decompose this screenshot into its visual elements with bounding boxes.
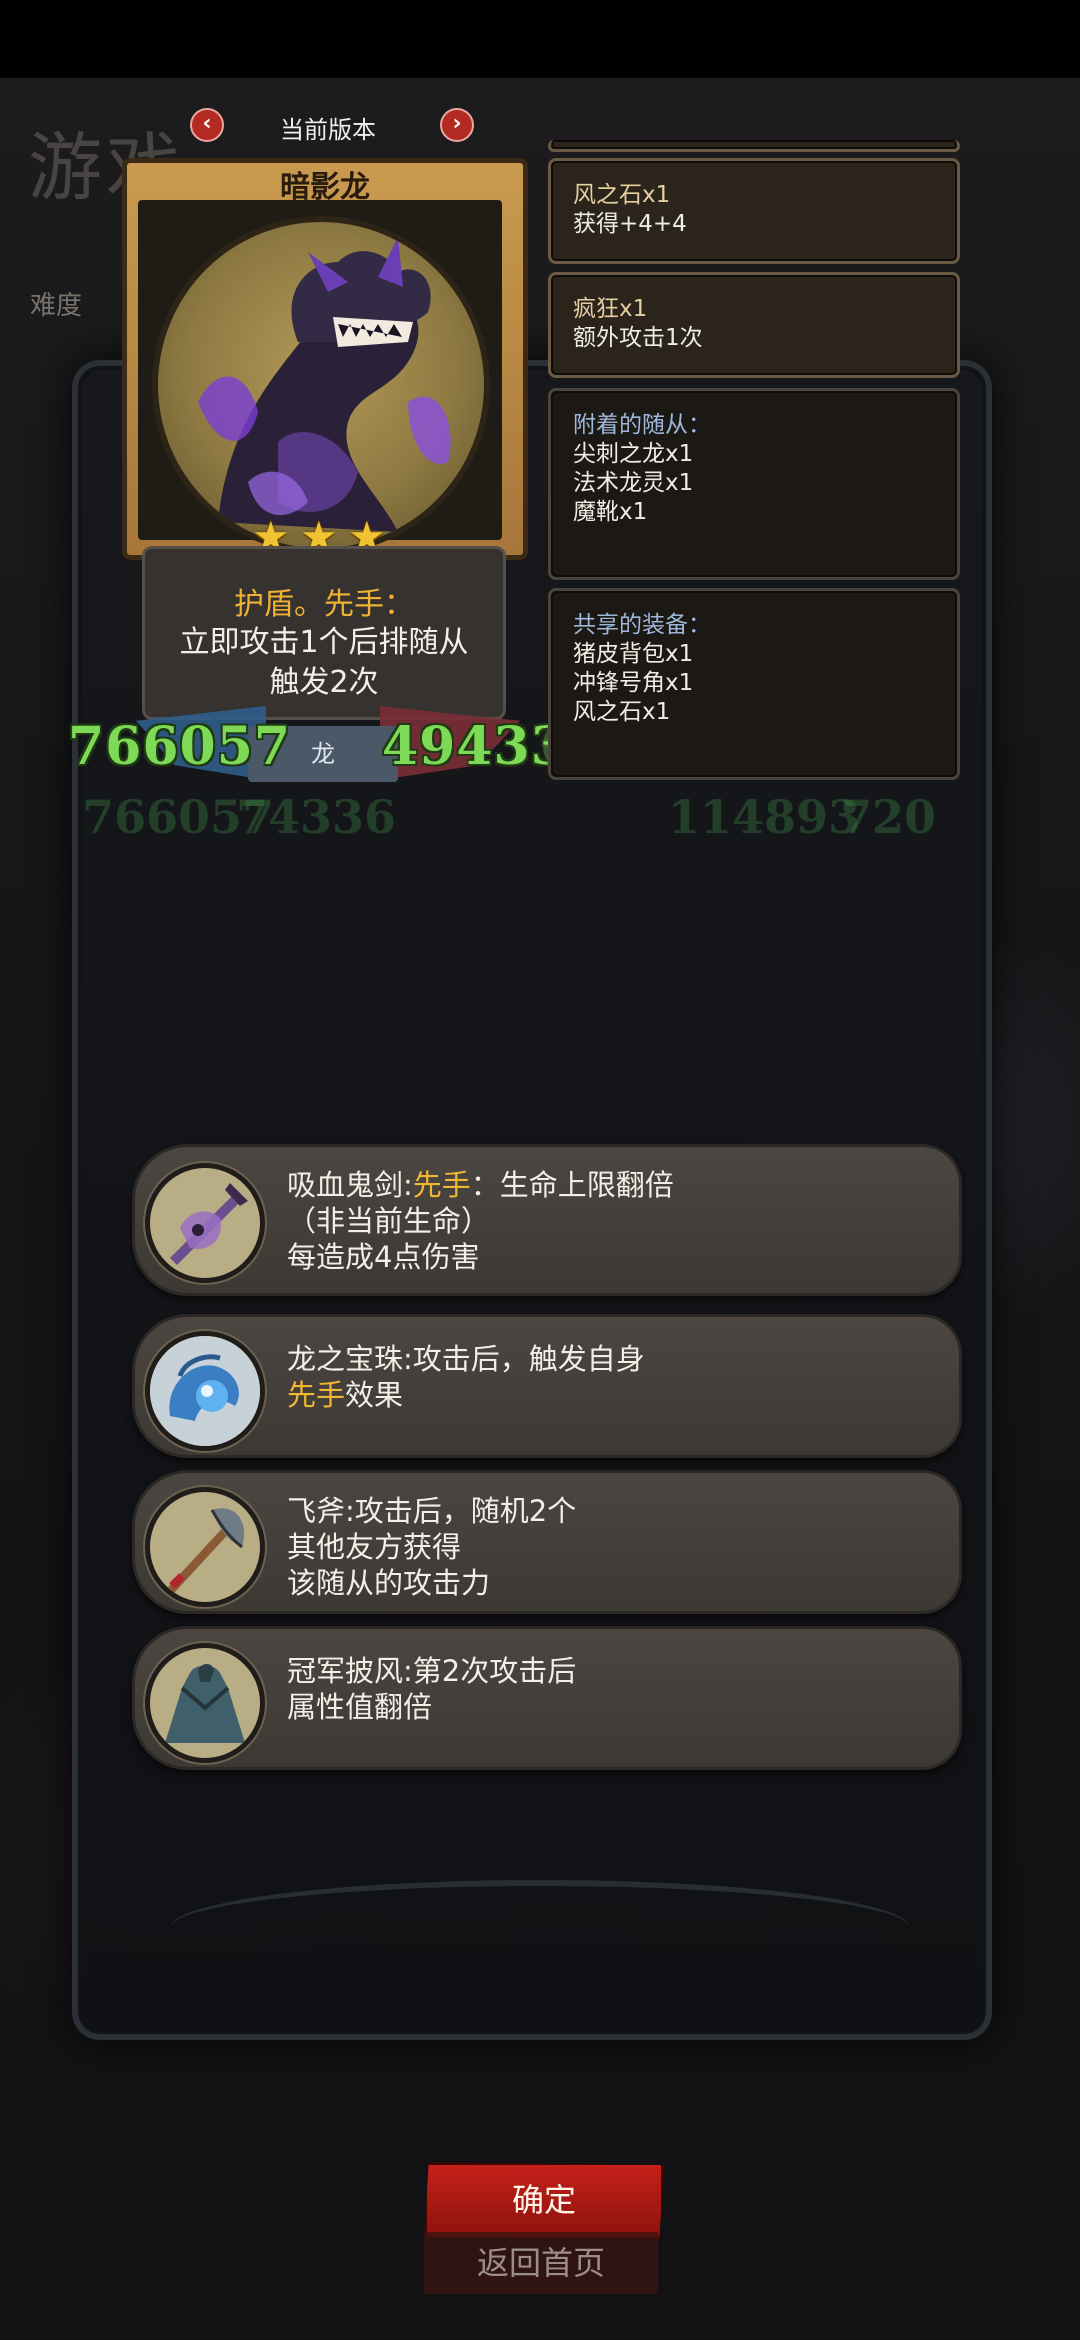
version-label: 当前版本 xyxy=(280,116,376,144)
ability-text-line: 冠军披风:第2次攻击后 xyxy=(287,1654,577,1688)
ability-row-dragon-orb[interactable]: 龙之宝珠:攻击后，触发自身 先手效果 xyxy=(132,1314,962,1458)
info-panel-top-edge xyxy=(548,140,960,152)
faded-number: 720 xyxy=(840,790,937,844)
faded-number: 114893 xyxy=(668,790,861,844)
ability-text-line: 属性值翻倍 xyxy=(287,1690,433,1724)
ability-text-rest: ：生命上限翻倍 xyxy=(470,1168,674,1202)
faded-number: 74336 xyxy=(236,790,397,844)
previous-version-button[interactable]: ‹ xyxy=(190,108,224,142)
ability-text-rest: 效果 xyxy=(345,1378,404,1412)
info-line: 额外攻击1次 xyxy=(573,325,703,351)
info-line: 获得+4+4 xyxy=(573,211,687,237)
ability-description: 飞斧:攻击后，随机2个 其他友方获得 该随从的攻击力 xyxy=(287,1493,927,1601)
hero-description-line: 立即攻击1个后排随从 xyxy=(179,625,469,660)
info-panel-attached-minions: 附着的随从： 尖刺之龙x1 法术龙灵x1 魔靴x1 xyxy=(548,388,960,580)
hero-description-line: 触发2次 xyxy=(269,665,379,700)
ability-row-vampire-sword[interactable]: 吸血鬼剑:先手：生命上限翻倍 （非当前生命） 每造成4点伤害 xyxy=(132,1144,962,1296)
info-line: 疯狂x1 xyxy=(573,296,648,322)
ability-text-line: 每造成4点伤害 xyxy=(287,1240,480,1274)
background-difficulty-label: 难度 xyxy=(30,291,83,321)
status-bar xyxy=(0,0,1080,78)
ability-row-champion-cloak[interactable]: 冠军披风:第2次攻击后 属性值翻倍 xyxy=(132,1626,962,1770)
dragon-icon xyxy=(198,237,451,532)
info-line: 法术龙灵x1 xyxy=(573,470,694,496)
ability-text-line: 飞斧:攻击后，随机2个 xyxy=(287,1494,577,1528)
vampire-sword-icon-art xyxy=(170,1183,248,1265)
ability-text-line: 龙之宝珠:攻击后，触发自身 xyxy=(287,1342,645,1376)
ability-description: 冠军披风:第2次攻击后 属性值翻倍 xyxy=(287,1653,927,1725)
ability-keyword: 先手 xyxy=(412,1168,471,1202)
info-line: 尖刺之龙x1 xyxy=(573,441,694,467)
ability-text-line: 其他友方获得 xyxy=(287,1530,462,1564)
hero-attack-value: 766057 xyxy=(68,716,292,777)
shadow-dragon-portrait xyxy=(158,222,484,548)
dragon-orb-icon-art xyxy=(150,1336,260,1446)
info-panel-title: 共享的装备： xyxy=(573,612,711,638)
ability-keyword: 先手 xyxy=(287,1378,346,1412)
champion-cloak-icon-art xyxy=(165,1664,245,1743)
info-panel-wind-stone: 风之石x1 获得+4+4 xyxy=(548,158,960,264)
info-line: 猪皮背包x1 xyxy=(573,641,694,667)
info-panel-frenzy: 疯狂x1 额外攻击1次 xyxy=(548,272,960,378)
vampire-sword-icon xyxy=(145,1163,265,1283)
info-panel-title: 附着的随从： xyxy=(573,412,711,438)
ability-description: 龙之宝珠:攻击后，触发自身 先手效果 xyxy=(287,1341,927,1413)
ability-description: 吸血鬼剑:先手：生命上限翻倍 （非当前生命） 每造成4点伤害 xyxy=(287,1167,927,1275)
return-home-button[interactable]: 返回首页 xyxy=(424,2232,658,2294)
hero-description-keywords: 护盾。先手： xyxy=(234,587,414,622)
flying-axe-icon-art xyxy=(168,1508,245,1593)
hero-description-box: 护盾。先手： 立即攻击1个后排随从 触发2次 xyxy=(142,546,506,720)
info-line: 风之石x1 xyxy=(573,699,671,725)
panel-bottom-arch xyxy=(170,1880,910,1976)
ability-text-line: 该随从的攻击力 xyxy=(287,1566,491,1600)
hero-name: 暗影龙 xyxy=(280,170,370,205)
next-version-button[interactable]: › xyxy=(440,108,474,142)
info-line: 风之石x1 xyxy=(573,182,671,208)
ability-name: 吸血鬼剑: xyxy=(287,1168,413,1202)
ability-row-flying-axe[interactable]: 飞斧:攻击后，随机2个 其他友方获得 该随从的攻击力 xyxy=(132,1470,962,1614)
ability-text-line: （非当前生命） xyxy=(287,1204,491,1238)
info-panel-shared-equipment: 共享的装备： 猪皮背包x1 冲锋号角x1 风之石x1 xyxy=(548,588,960,780)
info-line: 魔靴x1 xyxy=(573,499,648,525)
dragon-orb-icon xyxy=(145,1331,265,1451)
confirm-button[interactable]: 确定 xyxy=(424,2162,664,2240)
flying-axe-icon xyxy=(145,1487,265,1607)
info-line: 冲锋号角x1 xyxy=(573,670,694,696)
champion-cloak-icon xyxy=(145,1643,265,1763)
